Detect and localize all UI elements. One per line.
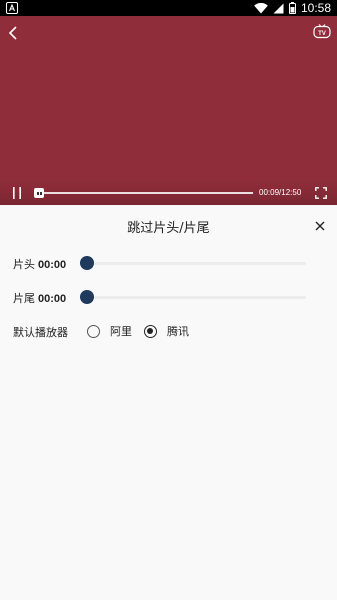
intro-label-text: 片头 (13, 258, 35, 271)
intro-time: 00:00 (38, 259, 67, 271)
radio-option-ali[interactable]: 阿里 (87, 322, 132, 340)
outro-label: 片尾 00:00 (13, 290, 66, 306)
outro-label-text: 片尾 (13, 292, 35, 305)
radio-option-tencent[interactable]: 腾讯 (144, 322, 189, 340)
notification-a-icon (6, 2, 18, 14)
radio-tencent[interactable] (144, 324, 157, 338)
time-display: 00:09/12:50 (259, 188, 302, 197)
radio-ali-label: 阿里 (110, 325, 132, 338)
skip-settings-panel: 跳过片头/片尾 片头 00:00 片尾 00:00 默认播放器 阿里 腾讯 (0, 205, 337, 600)
status-time: 10:58 (300, 1, 331, 15)
intro-slider-track[interactable] (85, 262, 306, 265)
progress-thumb[interactable] (34, 188, 44, 198)
video-player[interactable]: TV 00:09/12:50 (0, 16, 337, 205)
progress-track[interactable] (38, 192, 253, 194)
panel-title: 跳过片头/片尾 (127, 221, 210, 236)
battery-icon (288, 2, 296, 14)
svg-text:TV: TV (318, 31, 326, 37)
wifi-icon (254, 2, 268, 13)
intro-slider-row: 片头 00:00 (13, 253, 313, 273)
player-controls: 00:09/12:50 (0, 181, 337, 205)
close-icon[interactable] (315, 221, 325, 231)
tv-cast-icon[interactable]: TV (313, 24, 331, 40)
radio-tencent-label: 腾讯 (167, 325, 189, 338)
back-icon[interactable] (6, 24, 22, 42)
intro-slider-thumb[interactable] (80, 256, 94, 270)
outro-time: 00:00 (38, 293, 67, 305)
signal-icon (273, 3, 284, 13)
outro-slider-track[interactable] (85, 296, 306, 299)
outro-slider-row: 片尾 00:00 (13, 287, 313, 307)
default-player-row: 默认播放器 阿里 腾讯 (13, 322, 313, 340)
radio-ali[interactable] (87, 324, 100, 338)
status-bar: 10:58 (0, 0, 337, 16)
default-player-label: 默认播放器 (13, 326, 68, 339)
fullscreen-icon[interactable] (315, 187, 327, 199)
intro-label: 片头 00:00 (13, 256, 66, 272)
pause-icon[interactable] (12, 187, 22, 199)
outro-slider-thumb[interactable] (80, 290, 94, 304)
